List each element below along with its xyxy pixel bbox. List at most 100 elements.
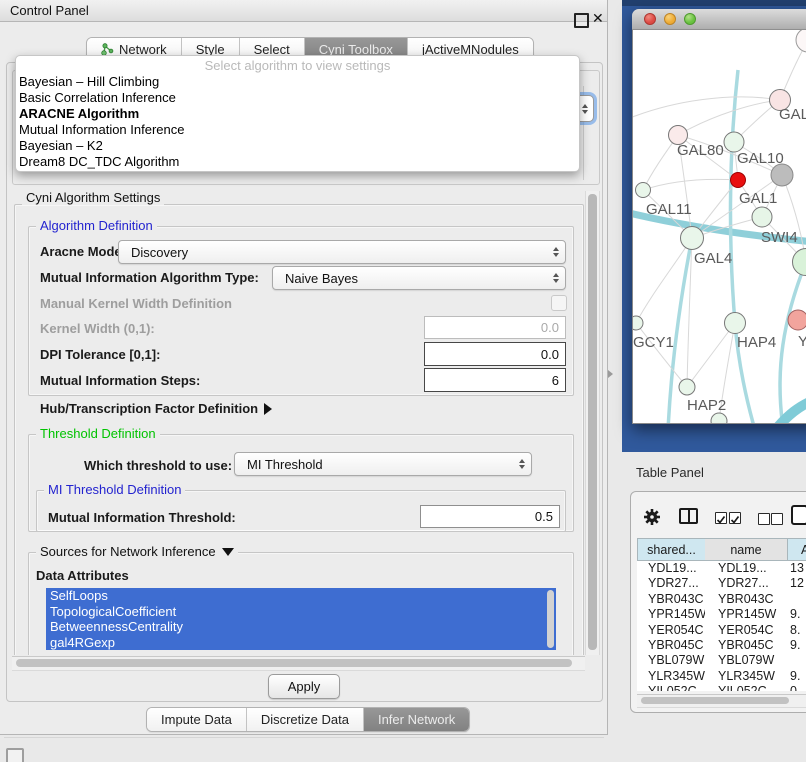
table-row[interactable]: YBL079WYBL079W <box>637 653 806 668</box>
network-edge[interactable] <box>643 179 738 190</box>
algorithm-option[interactable]: Dream8 DC_TDC Algorithm <box>16 154 579 170</box>
data-attributes-scrollbar[interactable] <box>547 590 554 648</box>
settings-vertical-scrollbar[interactable] <box>585 191 600 655</box>
table-cell: YBR043C <box>637 592 705 607</box>
close-traffic-light-icon[interactable] <box>644 13 656 25</box>
zoom-traffic-light-icon[interactable] <box>684 13 696 25</box>
settings-horizontal-scrollbar[interactable] <box>12 656 585 671</box>
mi-threshold-field[interactable]: 0.5 <box>420 505 560 528</box>
network-node-label: HAP2 <box>687 397 726 414</box>
algorithm-definition-title: Algorithm Definition <box>36 219 157 233</box>
aracne-mode-value: Discovery <box>131 245 553 260</box>
which-threshold-select[interactable]: MI Threshold <box>234 452 532 476</box>
float-icon[interactable] <box>574 13 589 28</box>
mi-steps-field[interactable]: 6 <box>424 368 566 392</box>
table-row[interactable]: YDR27...YDR27...12 <box>637 576 806 591</box>
table-cell: YIL052C <box>637 684 705 691</box>
checked-checkbox-icon[interactable] <box>729 512 741 524</box>
algorithm-option[interactable]: Bayesian – K2 <box>16 138 579 154</box>
table-row[interactable]: YDL19...YDL19...13 <box>637 561 806 576</box>
table-row[interactable]: YBR045CYBR045C9. <box>637 638 806 653</box>
aracne-mode-select[interactable]: Discovery <box>118 240 566 264</box>
network-node-label: GAL4 <box>694 250 732 267</box>
bottom-tabs: Impute Data Discretize Data Infer Networ… <box>146 707 470 732</box>
tab-infer-network[interactable]: Infer Network <box>364 708 469 731</box>
algorithm-dropdown-popup: Select algorithm to view settings Bayesi… <box>15 55 580 172</box>
network-node[interactable] <box>788 310 806 330</box>
table-body[interactable]: YDL19...YDL19...13YDR27...YDR27...12YBR0… <box>637 561 806 691</box>
unchecked-checkbox-icon[interactable] <box>758 513 770 525</box>
checked-checkbox-icon[interactable] <box>715 512 727 524</box>
network-node[interactable] <box>636 183 651 198</box>
table-row[interactable]: YPR145WYPR145W9. <box>637 607 806 622</box>
apply-button[interactable]: Apply <box>268 674 340 699</box>
table-row[interactable]: YER054CYER054C8. <box>637 623 806 638</box>
table-cell: YBR043C <box>705 592 787 607</box>
table-cell: 9. <box>787 607 806 622</box>
threshold-definition-title: Threshold Definition <box>36 427 160 441</box>
sources-title[interactable]: Sources for Network Inference <box>36 545 238 559</box>
gear-icon[interactable] <box>643 508 661 526</box>
dpi-tolerance-field[interactable]: 0.0 <box>424 342 566 366</box>
network-node-label: GAL10 <box>737 150 784 167</box>
algorithm-option[interactable]: ARACNE Algorithm <box>16 106 579 122</box>
sources-title-label: Sources for Network Inference <box>40 544 216 559</box>
expander-arrow-icon <box>264 403 272 415</box>
tab-infer-network-label: Infer Network <box>378 712 455 727</box>
network-window-titlebar[interactable] <box>632 9 806 30</box>
network-node[interactable] <box>724 132 744 152</box>
network-node[interactable] <box>752 207 772 227</box>
kernel-width-field[interactable]: 0.0 <box>424 316 566 339</box>
algorithm-option[interactable]: Basic Correlation Inference <box>16 90 579 106</box>
network-node[interactable] <box>633 316 643 330</box>
column-header-name[interactable]: name <box>705 538 787 561</box>
algorithm-option[interactable]: Mutual Information Inference <box>16 122 579 138</box>
tab-discretize-data[interactable]: Discretize Data <box>247 708 364 731</box>
table-horizontal-scrollbar[interactable] <box>637 694 806 708</box>
data-attribute-item[interactable]: BetweennessCentrality <box>46 619 556 635</box>
network-edge[interactable] <box>730 70 755 423</box>
mi-algorithm-type-select[interactable]: Naive Bayes <box>272 266 566 290</box>
network-node[interactable] <box>725 313 746 334</box>
table-row[interactable]: YIL052CYIL052C0. <box>637 684 806 691</box>
data-attribute-item[interactable]: gal4RGexp <box>46 635 556 651</box>
network-node-label: SWI4 <box>761 229 798 246</box>
document-icon[interactable] <box>791 505 806 525</box>
hub-factor-label: Hub/Transcription Factor Definition <box>40 401 258 416</box>
which-threshold-value: MI Threshold <box>247 457 519 472</box>
column-header-partial[interactable]: A <box>787 538 806 561</box>
minimize-traffic-light-icon[interactable] <box>664 13 676 25</box>
data-attribute-item[interactable]: TopologicalCoefficient <box>46 604 556 620</box>
network-edge[interactable] <box>636 323 687 387</box>
table-row[interactable]: YLR345WYLR345W9. <box>637 669 806 684</box>
algorithm-option[interactable]: Bayesian – Hill Climbing <box>16 74 579 90</box>
hub-factor-expander[interactable]: Hub/Transcription Factor Definition <box>40 401 272 416</box>
data-attributes-list[interactable]: SelfLoopsTopologicalCoefficientBetweenne… <box>46 588 556 650</box>
data-attribute-item[interactable]: SelfLoops <box>46 588 556 604</box>
network-node[interactable] <box>731 173 746 188</box>
minimized-panel-icon[interactable] <box>6 748 24 762</box>
manual-kernel-width-checkbox[interactable] <box>551 295 567 311</box>
kernel-width-value: 0.0 <box>541 320 559 335</box>
data-attributes-label: Data Attributes <box>36 568 129 583</box>
network-node[interactable] <box>681 227 704 250</box>
network-node[interactable] <box>771 164 793 186</box>
network-node-label: Y <box>798 333 806 350</box>
network-node[interactable] <box>679 379 695 395</box>
unchecked-checkbox-icon[interactable] <box>771 513 783 525</box>
table-cell: YPR145W <box>637 607 705 622</box>
network-canvas[interactable]: GALGAL80GAL10GAL11GAL1GAL4SWI4GCY1HAP4YH… <box>633 30 806 423</box>
column-header-shared-name[interactable]: shared... <box>637 538 705 561</box>
network-edge[interactable] <box>633 97 780 120</box>
columns-icon[interactable] <box>679 508 698 524</box>
close-icon[interactable]: ✕ <box>592 10 604 27</box>
network-node[interactable] <box>793 249 806 276</box>
panel-resize-handle[interactable] <box>608 370 613 378</box>
network-edge[interactable] <box>687 323 735 387</box>
network-node[interactable] <box>711 413 727 423</box>
dpi-tolerance-value: 0.0 <box>541 347 559 362</box>
table-row[interactable]: YBR043CYBR043C <box>637 592 806 607</box>
network-node[interactable] <box>796 30 806 52</box>
tab-impute-data[interactable]: Impute Data <box>147 708 247 731</box>
network-edge[interactable] <box>678 100 780 135</box>
